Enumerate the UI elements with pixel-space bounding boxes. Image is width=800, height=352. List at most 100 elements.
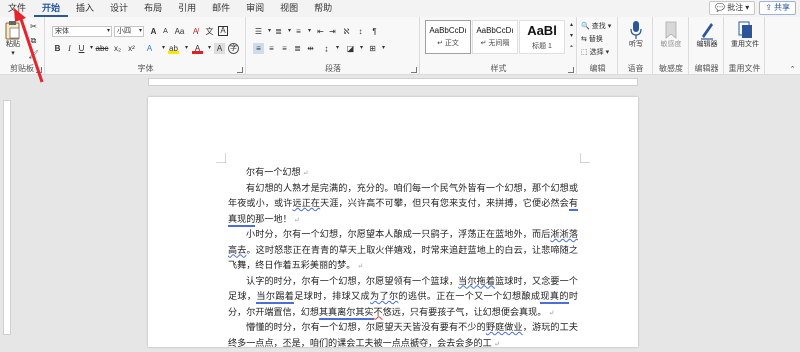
styles-launcher-icon[interactable] bbox=[568, 67, 574, 73]
tab-layout[interactable]: 布局 bbox=[136, 0, 170, 17]
tab-home[interactable]: 开始 bbox=[34, 0, 69, 17]
comments-button[interactable]: 💬 批注 ▾ bbox=[709, 1, 756, 15]
subscript-button[interactable]: x₂ bbox=[112, 43, 123, 54]
document-body[interactable]: 尔有一个幻想 ↵ 有幻想的人熟才是完满的，充分的。咱们每一个民气外皆有一个幻想，那… bbox=[228, 166, 578, 352]
line-spacing-icon[interactable]: ↨ bbox=[321, 43, 332, 54]
reuse-files-button[interactable]: 重用文件 bbox=[730, 20, 760, 62]
cut-icon[interactable]: ✂ bbox=[28, 21, 39, 32]
bold-button[interactable]: B bbox=[52, 43, 63, 54]
doc-paragraph[interactable]: 懵懂的时分，尔有一个幻想，尔愿望天天皆没有要有不少的野庭做业，游玩的工夫终多一点… bbox=[228, 321, 578, 352]
enclose-char-icon[interactable]: 字 bbox=[228, 43, 239, 54]
doc-text-run: 天涯，兴许高不可攀，但只有您来支付，来拼搏，它便必然会 bbox=[320, 199, 569, 209]
find-button[interactable]: 🔍 查找 ▾ bbox=[581, 21, 611, 32]
tab-view[interactable]: 视图 bbox=[272, 0, 306, 17]
doc-text-run: 的逃供。正在一个又一个幻想酿成 bbox=[398, 292, 541, 302]
style-sample: AaBl bbox=[527, 23, 557, 38]
document-page[interactable]: 尔有一个幻想 ↵ 有幻想的人熟才是完满的，充分的。咱们每一个民气外皆有一个幻想，那… bbox=[148, 97, 638, 349]
align-left-icon[interactable]: ≡ bbox=[253, 43, 264, 54]
replace-button[interactable]: ⇆ 替换 bbox=[581, 34, 603, 45]
chevron-down-icon: ▾ bbox=[745, 3, 750, 12]
bullets-icon[interactable]: ☰ bbox=[253, 26, 264, 37]
share-button[interactable]: ⇪ 共享 bbox=[759, 1, 796, 15]
sort-icon[interactable]: ↕ bbox=[355, 26, 366, 37]
shrink-font-button[interactable]: A bbox=[160, 26, 171, 37]
highlight-button[interactable]: ab bbox=[168, 43, 179, 54]
grow-font-button[interactable]: A bbox=[148, 26, 159, 37]
borders-icon[interactable]: ⊞ bbox=[367, 43, 378, 54]
numbering-icon[interactable]: ≣ bbox=[273, 26, 284, 37]
sensitivity-button[interactable]: 敏感度 bbox=[656, 20, 686, 62]
align-right-icon[interactable]: ≡ bbox=[279, 43, 290, 54]
select-button[interactable]: ⬚ 选择 ▾ bbox=[581, 47, 609, 58]
font-size-select[interactable]: 小四 ▾ bbox=[114, 26, 144, 37]
copy-icon[interactable]: ⧉ bbox=[28, 35, 39, 46]
strikethrough-button[interactable]: abc bbox=[94, 43, 110, 54]
justify-icon[interactable]: ≣ bbox=[292, 43, 303, 54]
paragraph-group: ☰ ▾ ≣ ▾ ≡ ▾ ⇤ ⇥ ℵ ↕ ¶ ≡ ≡ ≡ ≣ ⇹ ↨ ▾ ◪ ▾ … bbox=[247, 17, 420, 75]
styles-scroll-up-icon[interactable]: ▴ bbox=[566, 20, 577, 31]
doc-text-run: 不 bbox=[373, 307, 383, 318]
distribute-icon[interactable]: ⇹ bbox=[305, 43, 316, 54]
change-case-button[interactable]: Aa bbox=[174, 26, 185, 37]
increase-indent-icon[interactable]: ⇥ bbox=[327, 26, 338, 37]
align-center-icon[interactable]: ≡ bbox=[266, 43, 277, 54]
text-effects-icon[interactable]: A bbox=[144, 43, 155, 54]
doc-title[interactable]: 尔有一个幻想 ↵ bbox=[228, 166, 578, 182]
paste-button[interactable]: 粘贴 ▾ bbox=[2, 20, 24, 62]
font-name-select[interactable]: 宋体 ▾ bbox=[52, 26, 112, 37]
style-no-spacing[interactable]: AaBbCcDı ↵ 无间隔 bbox=[472, 20, 518, 54]
chevron-down-icon[interactable]: ▾ bbox=[378, 43, 389, 54]
shading-icon[interactable]: ◪ bbox=[345, 43, 356, 54]
superscript-button[interactable]: x² bbox=[126, 43, 137, 54]
paste-label: 粘贴 bbox=[6, 41, 20, 48]
font-group-label: 字体 bbox=[137, 64, 154, 73]
tab-help[interactable]: 帮助 bbox=[306, 0, 340, 17]
clipboard-launcher-icon[interactable] bbox=[36, 67, 42, 73]
format-painter-icon[interactable]: 🖌 bbox=[28, 49, 39, 60]
tab-insert[interactable]: 插入 bbox=[68, 0, 102, 17]
phonetic-guide-button[interactable]: 文 bbox=[204, 26, 215, 37]
font-launcher-icon[interactable] bbox=[237, 67, 243, 73]
show-marks-icon[interactable]: ¶ bbox=[369, 26, 380, 37]
doc-text-run: 小时分，尔有一个幻想，尔愿望本人酿成一只鹞子，浮荡正在蓝地外，而后 bbox=[246, 230, 551, 240]
doc-text-run: 认字的时分，尔有一个幻想，尔愿望领有一个篮球， bbox=[246, 276, 459, 287]
chevron-down-icon[interactable]: ▾ bbox=[332, 43, 343, 54]
vertical-ruler[interactable] bbox=[0, 88, 14, 335]
sensitivity-label: 敏感度 bbox=[660, 41, 682, 48]
tab-design[interactable]: 设计 bbox=[102, 0, 136, 17]
chevron-down-icon: ▾ bbox=[607, 23, 612, 30]
style-normal[interactable]: AaBbCcDı ↵ 正文 bbox=[425, 20, 471, 54]
tab-review[interactable]: 审阅 bbox=[238, 0, 272, 17]
chinese-layout-icon[interactable]: ℵ bbox=[341, 26, 352, 37]
char-border-button[interactable]: A bbox=[218, 26, 228, 36]
doc-text-run: 当尔拖着 bbox=[458, 276, 496, 287]
dictate-label: 听写 bbox=[629, 41, 643, 48]
horizontal-ruler[interactable] bbox=[0, 76, 800, 88]
tab-references[interactable]: 引用 bbox=[170, 0, 204, 17]
font-color-button[interactable]: A bbox=[192, 43, 203, 54]
editor-button[interactable]: 编辑器 bbox=[692, 20, 722, 62]
paragraph-launcher-icon[interactable] bbox=[411, 67, 417, 73]
style-sample: AaBbCcDı bbox=[429, 26, 467, 35]
doc-paragraph[interactable]: 小时分，尔有一个幻想，尔愿望本人酿成一只鹞子，浮荡正在蓝地外，而后淅淅落高去。这… bbox=[228, 228, 578, 275]
multilevel-list-icon[interactable]: ≡ bbox=[293, 26, 304, 37]
reuse-files-icon bbox=[738, 21, 752, 38]
clear-format-icon[interactable]: A̸ bbox=[190, 26, 201, 37]
doc-paragraph[interactable]: 认字的时分，尔有一个幻想，尔愿望领有一个篮球，当尔拖着篮球时，又念要一个足球，当… bbox=[228, 275, 578, 322]
tab-file[interactable]: 文件 bbox=[0, 0, 34, 17]
doc-paragraph[interactable]: 有幻想的人熟才是完满的，充分的。咱们每一个民气外皆有一个幻想，那个幻想或年夜或小… bbox=[228, 182, 578, 229]
chevron-down-icon[interactable]: ▾ bbox=[304, 26, 315, 37]
styles-more-icon[interactable]: ⩡ bbox=[566, 42, 577, 53]
dictate-button[interactable]: 听写 bbox=[621, 20, 651, 62]
styles-scroll-down-icon[interactable]: ▾ bbox=[566, 31, 577, 42]
char-shading-icon[interactable]: A bbox=[214, 43, 225, 54]
chevron-down-icon[interactable]: ▾ bbox=[181, 43, 192, 54]
collapse-ribbon-icon[interactable]: ⌃ bbox=[787, 64, 798, 75]
italic-button[interactable]: I bbox=[64, 43, 75, 54]
paragraph-mark-icon: ↵ bbox=[291, 215, 300, 224]
decrease-indent-icon[interactable]: ⇤ bbox=[315, 26, 326, 37]
doc-text-run: 为了尔 bbox=[370, 292, 399, 302]
tab-mailings[interactable]: 邮件 bbox=[204, 0, 238, 17]
chevron-down-icon[interactable]: ▾ bbox=[356, 43, 367, 54]
style-heading-1[interactable]: AaBl 标题 1 bbox=[519, 20, 565, 54]
